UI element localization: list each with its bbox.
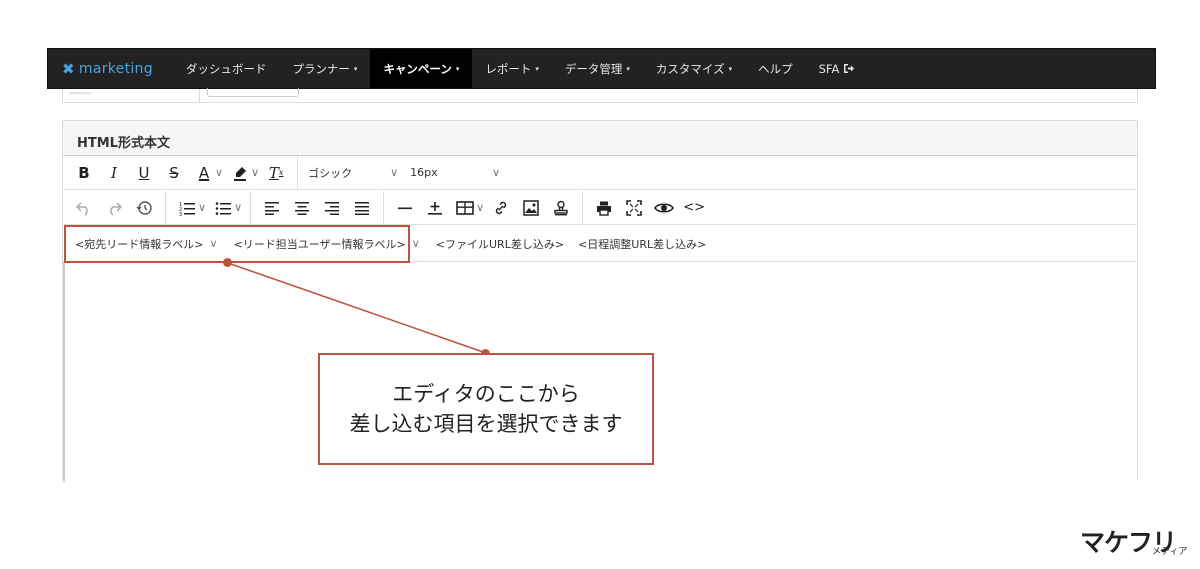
connector-start-dot xyxy=(223,258,232,267)
annotation-connector-line xyxy=(227,262,487,354)
callout-line-2: 差し込む項目を選択できます xyxy=(349,412,623,436)
callout-line-1: エディタのここから xyxy=(392,382,580,406)
makefuri-logo-sub: メディア xyxy=(1152,547,1188,557)
annotation-callout: エディタのここから 差し込む項目を選択できます xyxy=(318,353,654,465)
